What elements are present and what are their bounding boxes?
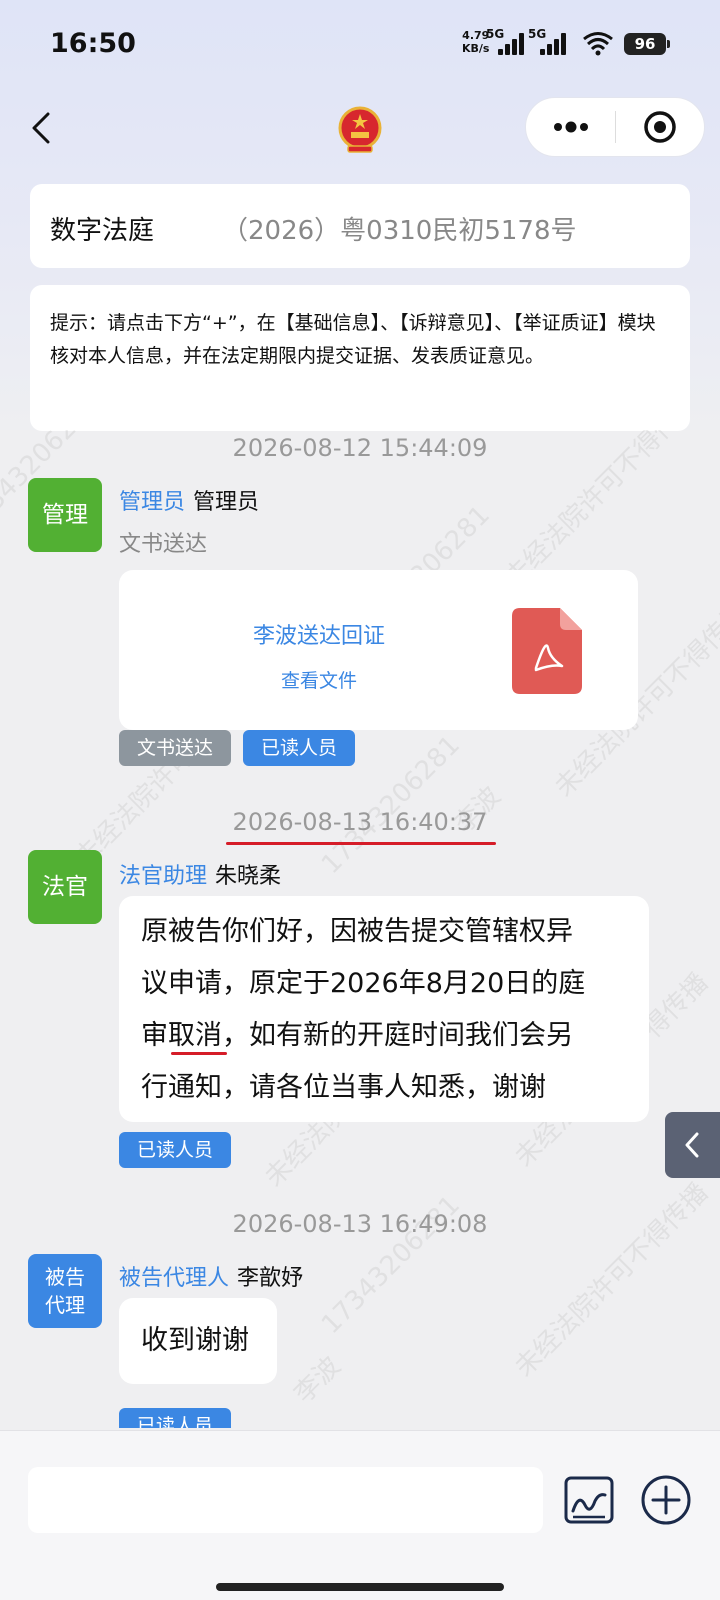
- home-indicator: [216, 1583, 504, 1591]
- message-timestamp: 2026-08-12 15:44:09: [232, 434, 488, 462]
- annotation-underline: [226, 842, 496, 845]
- page-title: 数字法庭: [50, 216, 155, 246]
- read-members-button[interactable]: 已读人员: [243, 730, 355, 766]
- view-file-link[interactable]: 查看文件: [119, 666, 519, 693]
- side-panel-toggle[interactable]: [665, 1112, 720, 1178]
- tag-document-delivery[interactable]: 文书送达: [119, 730, 231, 766]
- sender-name: 管理员: [193, 490, 260, 515]
- signature-icon[interactable]: [563, 1475, 615, 1525]
- message-sender: 管理员 管理员: [119, 484, 259, 516]
- message-text-line: 议申请，原定于2026年8月20日的庭: [141, 968, 586, 999]
- read-members-button[interactable]: 已读人员: [119, 1408, 231, 1428]
- avatar: 法官: [28, 850, 102, 924]
- hint-text: 提示：请点击下方“+”，在【基础信息】、【诉辩意见】、【举证质证】模块核对本人信…: [50, 312, 656, 367]
- sender-role: 管理员: [119, 490, 186, 515]
- case-title-card: 数字法庭 （2026）粤0310民初5178号: [30, 184, 690, 268]
- back-button[interactable]: [26, 108, 56, 148]
- message-text-line: 原被告你们好，因被告提交管辖权异: [141, 916, 573, 947]
- avatar: 管理: [28, 478, 102, 552]
- case-number: （2026）粤0310民初5178号: [222, 216, 577, 246]
- sender-name: 李歆妤: [237, 1266, 304, 1291]
- national-emblem-icon: [338, 106, 382, 153]
- status-time: 16:50: [50, 28, 136, 59]
- message-bubble: 原被告你们好，因被告提交管辖权异 议申请，原定于2026年8月20日的庭 审取消…: [119, 896, 649, 1122]
- miniapp-capsule: [525, 97, 705, 157]
- message-bubble: 收到谢谢: [119, 1298, 277, 1384]
- watermark: 李波: [288, 1351, 347, 1410]
- annotation-underline: [171, 1052, 227, 1055]
- file-name: 李波送达回证: [252, 624, 385, 649]
- watermark: 未经法院许可不得传播: [509, 1177, 715, 1383]
- battery-icon: 96: [624, 33, 670, 55]
- sender-role: 法官助理: [119, 864, 208, 889]
- sender-name: 朱晓柔: [215, 864, 282, 889]
- chat-area[interactable]: 未经法院许可不得传播 17343206281 17343206281 未经法院许…: [0, 430, 720, 1428]
- message-sender: 被告代理人 李歆妤: [119, 1260, 303, 1292]
- plus-circle-icon[interactable]: [640, 1474, 692, 1526]
- file-message-card[interactable]: 李波送达回证 查看文件: [119, 570, 638, 730]
- sender-role: 被告代理人: [119, 1266, 230, 1291]
- target-close-icon[interactable]: [616, 98, 705, 156]
- composer-bar: [0, 1430, 720, 1600]
- read-members-button[interactable]: 已读人员: [119, 1132, 231, 1168]
- status-bar: 16:50 4.79 KB/s 5G 5G 96: [0, 0, 720, 90]
- pdf-file-icon: [512, 608, 582, 694]
- message-type: 文书送达: [119, 532, 208, 557]
- message-text-line: 行通知，请各位当事人知悉，谢谢: [141, 1072, 546, 1103]
- hint-card: 提示：请点击下方“+”，在【基础信息】、【诉辩意见】、【举证质证】模块核对本人信…: [30, 285, 690, 431]
- message-text: 收到谢谢: [141, 1325, 249, 1356]
- more-dots-icon[interactable]: [526, 98, 615, 156]
- message-timestamp: 2026-08-13 16:40:37: [232, 808, 488, 836]
- message-timestamp: 2026-08-13 16:49:08: [232, 1210, 488, 1238]
- message-sender: 法官助理 朱晓柔: [119, 858, 281, 890]
- message-input[interactable]: [28, 1467, 543, 1533]
- wifi-icon: [583, 32, 613, 56]
- avatar: 被告 代理: [28, 1254, 102, 1328]
